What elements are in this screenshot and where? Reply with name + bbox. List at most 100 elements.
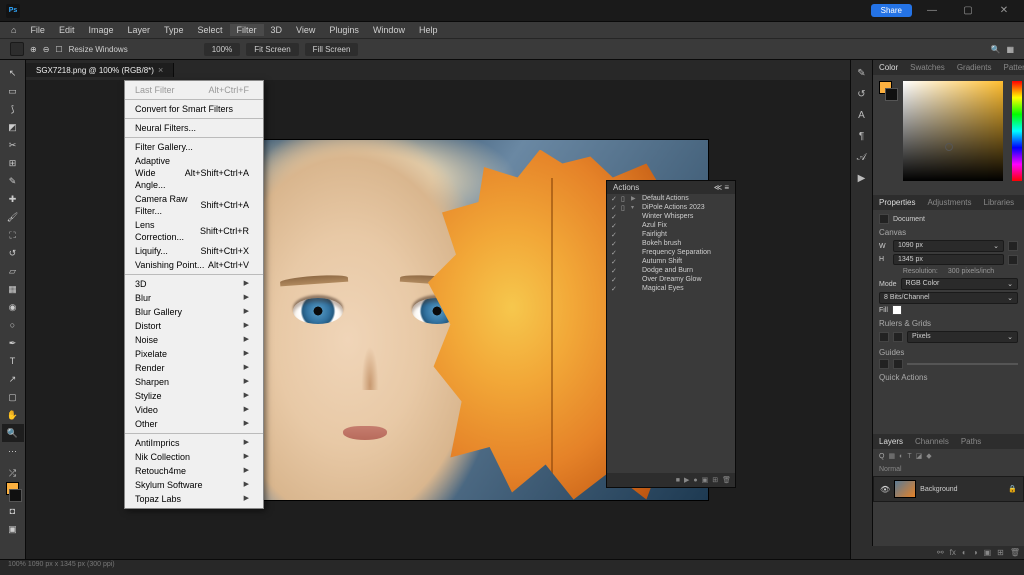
check-icon[interactable]: ✓ (611, 231, 618, 238)
blend-mode[interactable]: Normal (879, 466, 902, 473)
rail-character-icon[interactable]: A (858, 110, 865, 121)
marquee-tool[interactable]: ▭ (2, 82, 24, 100)
minimize-button[interactable]: — (918, 2, 946, 20)
menu-item-wideangle[interactable]: Adaptive Wide Angle...Alt+Shift+Ctrl+A (125, 154, 263, 192)
zoom-100-button[interactable]: 100% (204, 43, 240, 56)
fx-icon[interactable]: fx (950, 548, 956, 557)
menu-item-distort[interactable]: Distort▶ (125, 319, 263, 333)
action-row[interactable]: ✓Autumn Shift (607, 257, 735, 266)
tab-swatches[interactable]: Swatches (904, 62, 951, 73)
grid-icon[interactable] (893, 332, 903, 342)
menu-select[interactable]: Select (191, 24, 230, 36)
menu-item-3d[interactable]: 3D▶ (125, 277, 263, 291)
dialog-icon[interactable]: ▯ (621, 195, 628, 202)
share-button[interactable]: Share (871, 4, 912, 17)
menu-item-blur[interactable]: Blur▶ (125, 291, 263, 305)
brush-tool[interactable]: 🖌 (2, 208, 24, 226)
workspace-icon[interactable]: ▦ (1006, 45, 1014, 54)
lasso-tool[interactable]: ⟆ (2, 100, 24, 118)
menu-window[interactable]: Window (366, 24, 412, 36)
tab-gradients[interactable]: Gradients (951, 62, 998, 73)
canvas-viewport[interactable]: Actions≪ ≡ ✓▯▶Default Actions✓▯▾DiPole A… (26, 80, 850, 559)
menu-item-retouch4me[interactable]: Retouch4me▶ (125, 464, 263, 478)
menu-item-lens[interactable]: Lens Correction...Shift+Ctrl+R (125, 218, 263, 244)
menu-layer[interactable]: Layer (120, 24, 157, 36)
history-brush-tool[interactable]: ↺ (2, 244, 24, 262)
color-swap-icon[interactable]: ⤮ (2, 464, 24, 482)
guide-slider[interactable] (907, 363, 1018, 365)
hue-slider[interactable] (1012, 81, 1022, 181)
dialog-icon[interactable] (621, 285, 628, 292)
check-icon[interactable]: ✓ (611, 204, 618, 211)
check-icon[interactable]: ✓ (611, 258, 618, 265)
rail-play-icon[interactable]: ▶ (858, 173, 866, 184)
fit-screen-button[interactable]: Fit Screen (246, 43, 298, 56)
menu-item-render[interactable]: Render▶ (125, 361, 263, 375)
hand-tool[interactable]: ✋ (2, 406, 24, 424)
action-row[interactable]: ✓Magical Eyes (607, 284, 735, 293)
tab-close-icon[interactable]: × (158, 65, 163, 75)
tab-adjustments[interactable]: Adjustments (921, 197, 977, 208)
tab-layers[interactable]: Layers (873, 436, 909, 447)
menu-view[interactable]: View (289, 24, 322, 36)
rail-history-icon[interactable]: ↺ (857, 89, 865, 100)
action-row[interactable]: ✓Fairlight (607, 230, 735, 239)
units-field[interactable]: Pixels⌄ (907, 331, 1018, 343)
new-layer-icon[interactable]: ⊞ (997, 548, 1004, 557)
menu-item-smartfilters[interactable]: Convert for Smart Filters (125, 102, 263, 116)
healing-tool[interactable]: ✚ (2, 190, 24, 208)
pen-tool[interactable]: ✒ (2, 334, 24, 352)
check-icon[interactable]: ✓ (611, 195, 618, 202)
delete-layer-icon[interactable]: 🗑 (1010, 548, 1020, 557)
tab-channels[interactable]: Channels (909, 436, 955, 447)
menu-item-gallery[interactable]: Filter Gallery... (125, 140, 263, 154)
dialog-icon[interactable] (621, 276, 628, 283)
orientation-icon[interactable] (1008, 241, 1018, 251)
menu-image[interactable]: Image (81, 24, 120, 36)
menu-edit[interactable]: Edit (52, 24, 82, 36)
search-icon[interactable]: 🔍 (990, 45, 1000, 54)
object-select-tool[interactable]: ◩ (2, 118, 24, 136)
quickmask-icon[interactable]: ◘ (2, 502, 24, 520)
group-icon[interactable]: ▣ (984, 548, 992, 557)
rail-glyphs-icon[interactable]: 𝒜 (857, 152, 866, 163)
menu-item-topaz-labs[interactable]: Topaz Labs▶ (125, 492, 263, 506)
eyedropper-tool[interactable]: ✎ (2, 172, 24, 190)
close-button[interactable]: ✕ (990, 2, 1018, 20)
mask-icon[interactable]: ◐ (962, 548, 967, 557)
menu-item-noise[interactable]: Noise▶ (125, 333, 263, 347)
dialog-icon[interactable] (621, 249, 628, 256)
check-icon[interactable]: ✓ (611, 240, 618, 247)
rail-brushes-icon[interactable]: ✎ (857, 68, 865, 79)
menu-3d[interactable]: 3D (264, 24, 290, 36)
blur-tool[interactable]: ◉ (2, 298, 24, 316)
action-row[interactable]: ✓Frequency Separation (607, 248, 735, 257)
check-icon[interactable]: ✓ (611, 222, 618, 229)
type-tool[interactable]: T (2, 352, 24, 370)
action-row[interactable]: ✓Bokeh brush (607, 239, 735, 248)
menu-item-nik-collection[interactable]: Nik Collection▶ (125, 450, 263, 464)
menu-item-stylize[interactable]: Stylize▶ (125, 389, 263, 403)
menu-type[interactable]: Type (157, 24, 191, 36)
action-row[interactable]: ✓▯▾DiPole Actions 2023 (607, 203, 735, 212)
resize-checkbox[interactable]: ☐ (55, 45, 62, 54)
tab-color[interactable]: Color (873, 62, 904, 73)
check-icon[interactable]: ✓ (611, 249, 618, 256)
action-row[interactable]: ✓Dodge and Burn (607, 266, 735, 275)
zoom-out-icon[interactable]: ⊖ (43, 45, 50, 54)
dialog-icon[interactable]: ▯ (621, 204, 628, 211)
move-tool[interactable]: ↖ (2, 64, 24, 82)
bg-swatch[interactable] (885, 88, 898, 101)
guides-icon[interactable] (879, 359, 889, 369)
menu-home-icon[interactable]: ⌂ (4, 24, 23, 36)
dialog-icon[interactable] (621, 231, 628, 238)
visibility-icon[interactable]: 👁 (880, 485, 890, 494)
menu-item-blur-gallery[interactable]: Blur Gallery▶ (125, 305, 263, 319)
menu-item-vanish[interactable]: Vanishing Point...Alt+Ctrl+V (125, 258, 263, 272)
check-icon[interactable]: ✓ (611, 267, 618, 274)
crop-tool[interactable]: ✂ (2, 136, 24, 154)
menu-help[interactable]: Help (412, 24, 445, 36)
adjustment-icon[interactable]: ◑ (973, 548, 978, 557)
dialog-icon[interactable] (621, 258, 628, 265)
stop-icon[interactable]: ■ (676, 477, 680, 484)
